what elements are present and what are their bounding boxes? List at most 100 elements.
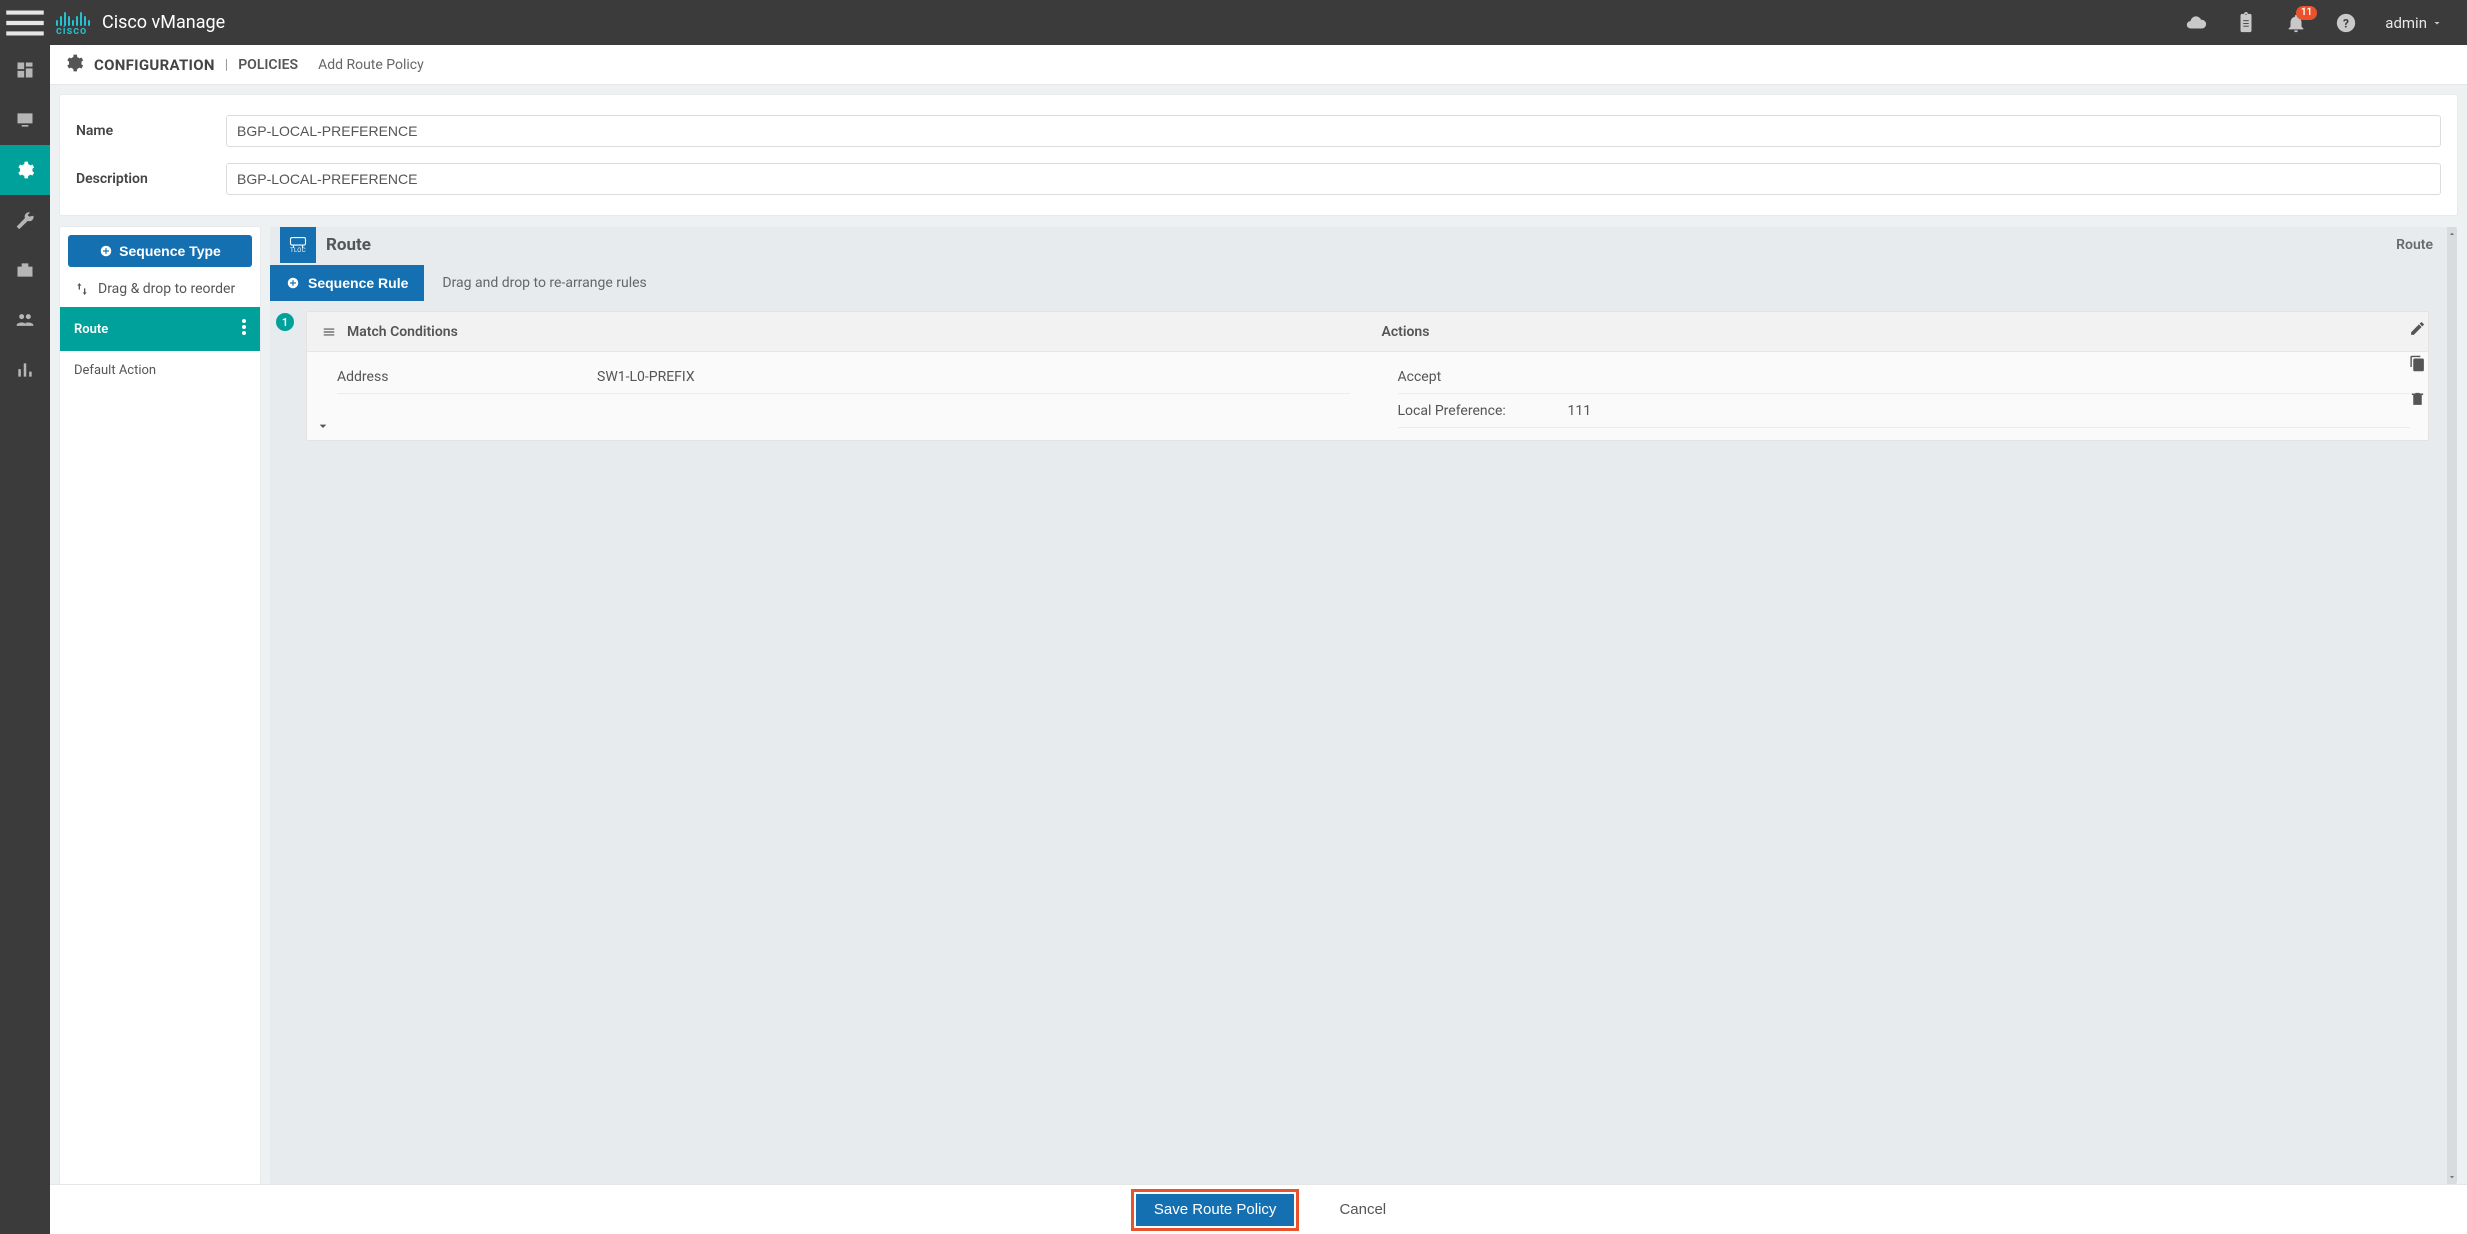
breadcrumb-subsection[interactable]: POLICIES bbox=[238, 57, 298, 73]
route-item-menu[interactable] bbox=[242, 319, 246, 339]
expand-rule-toggle[interactable] bbox=[315, 418, 331, 434]
default-action-item[interactable]: Default Action bbox=[60, 351, 260, 390]
rules-hint: Drag and drop to re-arrange rules bbox=[442, 275, 646, 291]
help-button[interactable]: ? bbox=[2335, 12, 2357, 34]
user-menu[interactable]: admin bbox=[2385, 14, 2443, 32]
notification-badge: 11 bbox=[2296, 6, 2317, 20]
cancel-button[interactable]: Cancel bbox=[1339, 1201, 1386, 1218]
chevron-down-icon bbox=[315, 418, 331, 434]
triangle-up-icon bbox=[2447, 229, 2457, 239]
dashboard-icon bbox=[15, 60, 35, 80]
topbar-left: cisco Cisco vManage bbox=[0, 0, 243, 45]
match-value: SW1-L0-PREFIX bbox=[597, 369, 695, 385]
user-name: admin bbox=[2385, 14, 2427, 32]
name-input[interactable] bbox=[226, 115, 2441, 147]
nav-dashboard[interactable] bbox=[0, 45, 50, 95]
action-key: Accept bbox=[1398, 369, 1568, 385]
nav-configuration[interactable] bbox=[0, 145, 50, 195]
sequence-item-route[interactable]: Route bbox=[60, 307, 260, 351]
hamburger-icon bbox=[0, 0, 50, 48]
help-icon: ? bbox=[2335, 12, 2357, 34]
match-key: Address bbox=[337, 369, 597, 385]
policy-form-card: Name Description bbox=[60, 95, 2457, 215]
actions-header-text: Actions bbox=[1382, 324, 1430, 340]
sequence-rule-label: Sequence Rule bbox=[308, 275, 408, 291]
sequence-rule-button[interactable]: Sequence Rule bbox=[270, 265, 424, 301]
rules-toolbar: Sequence Rule Drag and drop to re-arrang… bbox=[270, 263, 2447, 303]
rule-list: 1 Match Conditions bbox=[270, 303, 2447, 1184]
chevron-down-icon bbox=[2431, 17, 2443, 29]
match-header-text: Match Conditions bbox=[347, 324, 458, 340]
nav-maintenance[interactable] bbox=[0, 245, 50, 295]
edit-rule-button[interactable] bbox=[2409, 320, 2426, 341]
menu-toggle[interactable] bbox=[0, 0, 50, 45]
breadcrumb-gear-icon bbox=[64, 53, 84, 77]
topbar: cisco Cisco vManage 11 ? admin bbox=[0, 0, 2467, 45]
sequence-panel: Sequence Type Drag & drop to reorder Rou… bbox=[60, 227, 260, 1184]
sequence-type-button[interactable]: Sequence Type bbox=[68, 235, 252, 267]
name-label: Name bbox=[76, 123, 226, 139]
rule-number-badge: 1 bbox=[276, 313, 294, 331]
content: Name Description Sequence Type bbox=[50, 85, 2467, 1184]
match-row: Address SW1-L0-PREFIX bbox=[337, 360, 1350, 394]
description-input[interactable] bbox=[226, 163, 2441, 195]
rules-area: TLOC Route Route Sequence Rule Dra bbox=[270, 227, 2457, 1184]
monitor-icon bbox=[15, 110, 35, 130]
clipboard-icon bbox=[2235, 12, 2257, 34]
save-button-highlight: Save Route Policy bbox=[1131, 1189, 1300, 1231]
cisco-logo-text: cisco bbox=[56, 24, 90, 37]
nav-administration[interactable] bbox=[0, 295, 50, 345]
rule-side-actions bbox=[2409, 320, 2430, 411]
gear-icon bbox=[15, 160, 35, 180]
copy-icon bbox=[2409, 355, 2426, 372]
cloud-button[interactable] bbox=[2185, 12, 2207, 34]
drag-hint-text: Drag & drop to reorder bbox=[98, 281, 235, 297]
list-icon bbox=[321, 325, 337, 339]
left-nav-rail bbox=[0, 45, 50, 1234]
people-icon bbox=[15, 310, 35, 330]
tloc-label: TLOC bbox=[290, 248, 306, 254]
notifications-button[interactable]: 11 bbox=[2285, 12, 2307, 34]
pencil-icon bbox=[2409, 320, 2426, 337]
trash-icon bbox=[2409, 390, 2426, 407]
rules-header: TLOC Route Route bbox=[270, 227, 2447, 263]
main: CONFIGURATION | POLICIES Add Route Polic… bbox=[50, 45, 2467, 1234]
lower-panel: Sequence Type Drag & drop to reorder Rou… bbox=[60, 227, 2457, 1184]
logo: cisco Cisco vManage bbox=[50, 0, 243, 45]
product-name: Cisco vManage bbox=[102, 12, 225, 33]
save-route-policy-button[interactable]: Save Route Policy bbox=[1136, 1194, 1295, 1226]
svg-text:?: ? bbox=[2343, 16, 2349, 30]
wrench-icon bbox=[15, 210, 35, 230]
breadcrumb-page: Add Route Policy bbox=[318, 57, 424, 73]
breadcrumb: CONFIGURATION | POLICIES Add Route Polic… bbox=[50, 45, 2467, 85]
nav-monitor[interactable] bbox=[0, 95, 50, 145]
rules-title: Route bbox=[326, 235, 371, 255]
kebab-icon bbox=[242, 319, 246, 335]
cloud-icon bbox=[2185, 12, 2207, 34]
sequence-type-label: Sequence Type bbox=[119, 243, 221, 259]
plus-circle-icon bbox=[286, 276, 300, 290]
description-label: Description bbox=[76, 171, 226, 187]
tasks-button[interactable] bbox=[2235, 12, 2257, 34]
nav-tools[interactable] bbox=[0, 195, 50, 245]
sort-arrows-icon bbox=[74, 281, 90, 297]
match-conditions-column: Match Conditions Address SW1-L0-PREFIX bbox=[307, 312, 1368, 440]
triangle-down-icon bbox=[2447, 1172, 2457, 1182]
plus-circle-icon bbox=[99, 244, 113, 258]
tloc-chip: TLOC bbox=[280, 227, 316, 263]
nav-analytics[interactable] bbox=[0, 345, 50, 395]
toolbox-icon bbox=[15, 260, 35, 280]
action-value: 111 bbox=[1568, 403, 1592, 419]
delete-rule-button[interactable] bbox=[2409, 390, 2426, 411]
actions-column: Actions Accept L bbox=[1368, 312, 2429, 440]
bar-chart-icon bbox=[15, 360, 35, 380]
copy-rule-button[interactable] bbox=[2409, 355, 2426, 376]
action-key: Local Preference: bbox=[1398, 403, 1568, 419]
rules-header-right: Route bbox=[2396, 237, 2437, 253]
drag-hint: Drag & drop to reorder bbox=[60, 275, 260, 307]
scrollbar-up[interactable] bbox=[2447, 227, 2457, 241]
scrollbar-down[interactable] bbox=[2447, 1170, 2457, 1184]
rule-card: Match Conditions Address SW1-L0-PREFIX bbox=[306, 311, 2429, 441]
sequence-item-route-label: Route bbox=[74, 322, 108, 337]
action-row: Accept bbox=[1398, 360, 2411, 394]
